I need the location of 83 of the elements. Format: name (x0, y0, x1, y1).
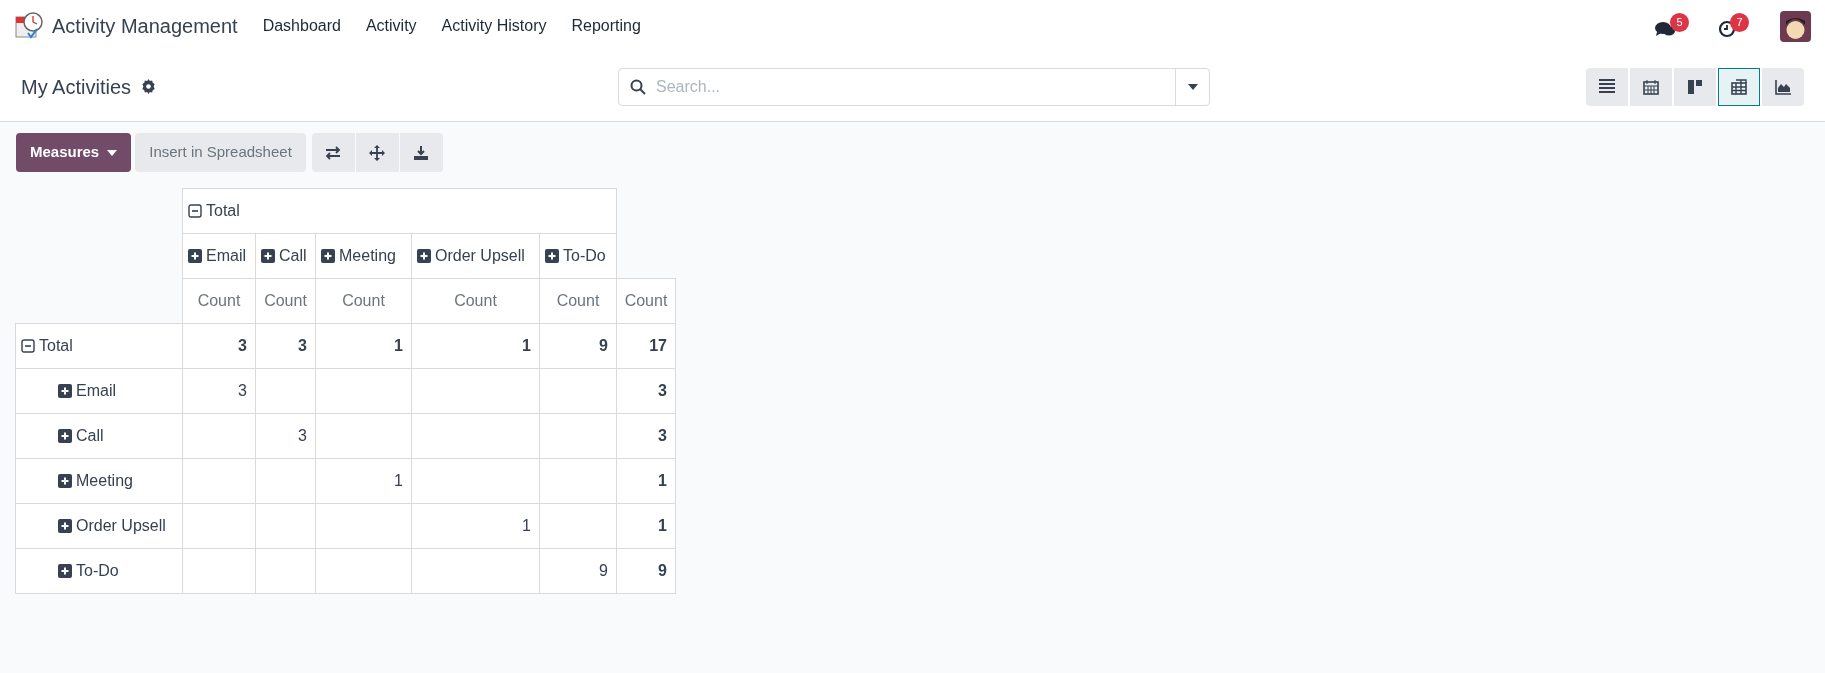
menu-item[interactable]: Reporting (571, 14, 641, 38)
measure-header: Count (255, 278, 316, 324)
expand-icon (58, 564, 72, 578)
clock-icon (1718, 20, 1736, 38)
expand-icon (188, 249, 202, 263)
column-header[interactable]: To-Do (539, 233, 617, 279)
activities-button[interactable]: 7 (1718, 13, 1754, 39)
kanban-icon (1687, 78, 1703, 95)
caret-icon (107, 149, 118, 156)
messages-button[interactable]: 5 (1654, 13, 1690, 39)
row-header[interactable]: To-Do (15, 548, 183, 594)
expand-icon (417, 249, 431, 263)
row-header[interactable]: Call (15, 413, 183, 459)
app-name[interactable]: Activity Management (52, 11, 238, 41)
collapse-icon (188, 204, 202, 218)
row-header[interactable]: Meeting (15, 458, 183, 504)
measure-header: Count (315, 278, 412, 324)
list-icon (1599, 78, 1615, 95)
measure-header: Count (539, 278, 617, 324)
row-header[interactable]: Total (15, 323, 183, 369)
table-cell: 3 (182, 368, 256, 414)
expand-icon (321, 249, 335, 263)
table-cell: 3 (616, 368, 676, 414)
row-header[interactable]: Order Upsell (15, 503, 183, 549)
page-title: My Activities (21, 74, 132, 100)
table-cell: 1 (315, 458, 412, 504)
table-cell: 9 (616, 548, 676, 594)
calendar-clock-icon (14, 11, 44, 41)
expand-icon (545, 249, 559, 263)
column-header[interactable]: Total (182, 188, 617, 234)
menu-item[interactable]: Activity History (441, 14, 547, 38)
download-icon (413, 144, 430, 161)
table-cell: 3 (255, 413, 316, 459)
column-header[interactable]: Email (182, 233, 256, 279)
column-header[interactable]: Order Upsell (411, 233, 540, 279)
search-field[interactable]: Search... (618, 67, 1210, 106)
table-cell: 1 (411, 323, 540, 369)
measure-header: Count (616, 278, 676, 324)
expand-all-button[interactable] (355, 133, 399, 172)
column-header[interactable]: Meeting (315, 233, 412, 279)
insert-spreadsheet-button[interactable]: Insert in Spreadsheet (135, 133, 306, 172)
measure-header: Count (182, 278, 256, 324)
table-cell: 17 (616, 323, 676, 369)
table-cell: 3 (616, 413, 676, 459)
expand-icon (58, 384, 72, 398)
caret-icon (1187, 83, 1198, 90)
flip-axis-button[interactable] (311, 133, 355, 172)
menu-item[interactable]: Dashboard (262, 14, 341, 38)
table-cell: 9 (539, 323, 617, 369)
table-cell: 3 (182, 323, 256, 369)
download-button[interactable] (399, 133, 443, 172)
table-cell: 1 (411, 503, 540, 549)
kanban-view-button[interactable] (1674, 67, 1716, 106)
expand-icon (58, 519, 72, 533)
search-icon (630, 78, 646, 95)
table-cell: 1 (616, 503, 676, 549)
move-arrows-icon (369, 144, 386, 161)
table-cell: 9 (539, 548, 617, 594)
notification-badge: 7 (1730, 13, 1749, 32)
table-cell: 1 (315, 323, 412, 369)
table-cell: 3 (255, 323, 316, 369)
row-header[interactable]: Email (15, 368, 183, 414)
table-icon (1731, 78, 1747, 95)
column-header[interactable]: Call (255, 233, 316, 279)
gear-icon (141, 79, 157, 94)
graph-view-button[interactable] (1762, 67, 1804, 106)
expand-icon (261, 249, 275, 263)
avatar-icon (1780, 10, 1811, 42)
notification-badge: 5 (1670, 13, 1689, 32)
search-input[interactable]: Search... (656, 74, 1175, 99)
measures-button[interactable]: Measures (16, 133, 132, 172)
calendar-icon (1643, 78, 1659, 95)
swap-arrows-icon (325, 144, 342, 161)
expand-icon (58, 429, 72, 443)
collapse-icon (21, 339, 35, 353)
pivot-view-button[interactable] (1718, 67, 1760, 106)
menu-item[interactable]: Activity (365, 14, 417, 38)
expand-icon (58, 474, 72, 488)
area-chart-icon (1775, 78, 1791, 95)
calendar-view-button[interactable] (1630, 67, 1672, 106)
measure-header: Count (411, 278, 540, 324)
table-cell: 1 (616, 458, 676, 504)
list-view-button[interactable] (1586, 67, 1628, 106)
